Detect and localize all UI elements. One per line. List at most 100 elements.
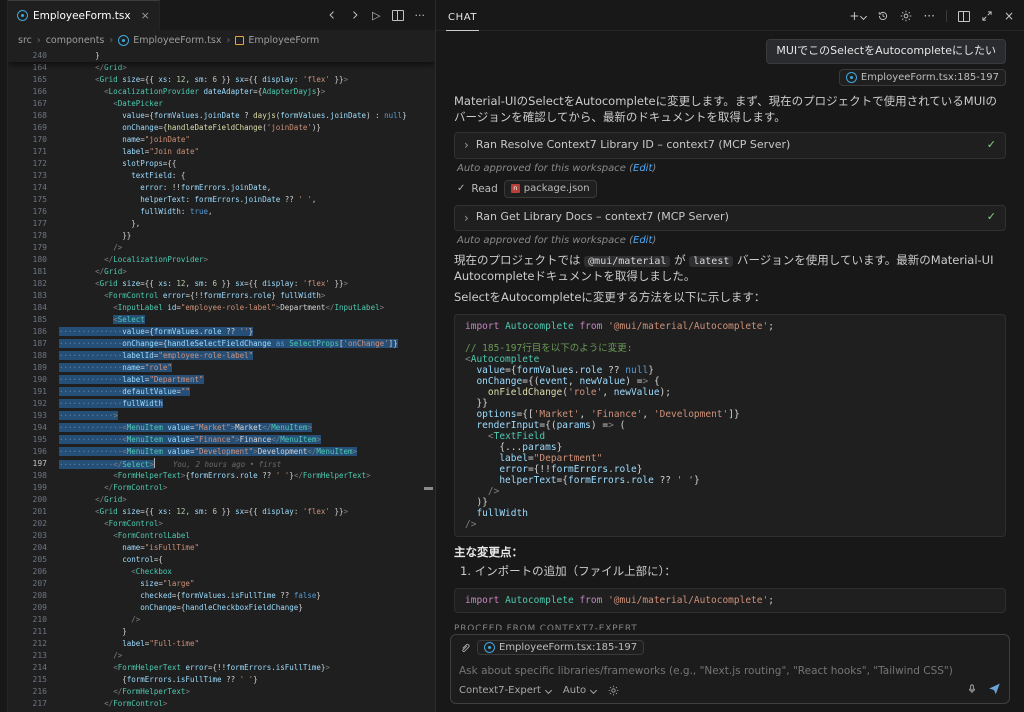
code-line[interactable]: 164 </Grid>	[8, 62, 435, 74]
more-actions-icon[interactable]: ···	[923, 9, 934, 23]
code-line[interactable]: 189··············name="role"	[8, 362, 435, 374]
code-line[interactable]: 182 <Grid size={{ xs: 12, sm: 6 }} sx={{…	[8, 278, 435, 290]
code-line[interactable]: 190··············label="Department"	[8, 374, 435, 386]
breadcrumb-item[interactable]: EmployeeForm	[235, 35, 319, 46]
code-line[interactable]: 169 onChange={handleDateFieldChange('joi…	[8, 122, 435, 134]
code-line[interactable]: 197············</Select> You, 2 hours ag…	[8, 458, 435, 470]
code-line[interactable]: 200 </Grid>	[8, 494, 435, 506]
user-context-chip[interactable]: EmployeeForm.tsx:185-197	[839, 69, 1006, 87]
code-line[interactable]: 211 }	[8, 626, 435, 638]
nav-forward-icon[interactable]	[349, 9, 361, 21]
code-line[interactable]: 212 label="Full-time"	[8, 638, 435, 650]
tab-employeeform[interactable]: EmployeeForm.tsx ×	[8, 0, 160, 30]
history-icon[interactable]	[877, 10, 889, 22]
model-picker[interactable]: Context7-Expert	[459, 685, 551, 696]
code-line[interactable]: 217 </FormControl>	[8, 698, 435, 710]
open-in-editor-icon[interactable]	[958, 11, 970, 22]
code-block-line: renderInput={(params) => (	[465, 420, 995, 431]
code-block-autocomplete[interactable]: import Autocomplete from '@mui/material/…	[454, 314, 1006, 537]
tool-call-resolve-library[interactable]: › Ran Resolve Context7 Library ID – cont…	[454, 132, 1006, 158]
code-line[interactable]: 168 value={formValues.joinDate ? dayjs(f…	[8, 110, 435, 122]
close-panel-icon[interactable]: ×	[1004, 9, 1014, 23]
code-line[interactable]: 172 slotProps={{	[8, 158, 435, 170]
code-line[interactable]: 192··············fullWidth	[8, 398, 435, 410]
code-line[interactable]: 203 <FormControlLabel	[8, 530, 435, 542]
code-line[interactable]: 210 />	[8, 614, 435, 626]
code-line[interactable]: 205 control={	[8, 554, 435, 566]
code-line[interactable]: 175 helperText: formErrors.joinDate ?? '…	[8, 194, 435, 206]
code-line[interactable]: 208 checked={formValues.isFullTime ?? fa…	[8, 590, 435, 602]
code-line[interactable]: 179 />	[8, 242, 435, 254]
mic-icon[interactable]	[966, 683, 978, 698]
edit-link[interactable]: Edit	[633, 235, 652, 246]
line-number: 200	[21, 494, 47, 506]
attach-context-button[interactable]	[459, 642, 471, 654]
tool-call-get-docs[interactable]: › Ran Get Library Docs – context7 (MCP S…	[454, 205, 1006, 231]
mode-picker[interactable]: Auto	[563, 685, 596, 696]
gear-icon[interactable]	[900, 10, 912, 22]
package-json-chip[interactable]: package.json	[504, 180, 597, 198]
code-line[interactable]: 167 <DatePicker	[8, 98, 435, 110]
code-line[interactable]: 195··············<MenuItem value="Financ…	[8, 434, 435, 446]
code-line[interactable]: 216 </FormHelperText>	[8, 686, 435, 698]
code-line[interactable]: 186··············value={formValues.role …	[8, 326, 435, 338]
code-line[interactable]: 215 {formErrors.isFullTime ?? ' '}	[8, 674, 435, 686]
breadcrumb-item[interactable]: components	[46, 35, 105, 46]
code-line[interactable]: 196··············<MenuItem value="Develo…	[8, 446, 435, 458]
line-number: 188	[21, 350, 47, 362]
nav-back-icon[interactable]	[326, 9, 338, 21]
code-editor[interactable]: 240 } 164 </Grid>165 <Grid size={{ xs: 1…	[8, 50, 435, 712]
code-line[interactable]: 176 fullWidth: true,	[8, 206, 435, 218]
code-line[interactable]: 174 error: !!formErrors.joinDate,	[8, 182, 435, 194]
send-icon[interactable]	[988, 682, 1001, 698]
edit-link[interactable]: Edit	[633, 163, 652, 174]
code-line[interactable]: 201 <Grid size={{ xs: 12, sm: 6 }} sx={{…	[8, 506, 435, 518]
run-icon[interactable]: ▷	[372, 9, 380, 22]
code-line[interactable]: 171 label="Join date"	[8, 146, 435, 158]
sticky-scroll-line[interactable]: 240 }	[8, 50, 435, 62]
code-line[interactable]: 183 <FormControl error={!!formErrors.rol…	[8, 290, 435, 302]
code-line[interactable]: 180 </LocalizationProvider>	[8, 254, 435, 266]
code-line[interactable]: 204 name="isFullTime"	[8, 542, 435, 554]
code-line[interactable]: 191··············defaultValue=""	[8, 386, 435, 398]
split-editor-icon[interactable]	[392, 10, 404, 21]
code-line[interactable]: 202 <FormControl>	[8, 518, 435, 530]
code-line[interactable]: 184 <InputLabel id="employee-role-label"…	[8, 302, 435, 314]
tools-icon[interactable]	[608, 685, 619, 696]
code-line[interactable]: 194··············<MenuItem value="Market…	[8, 422, 435, 434]
breadcrumb-item[interactable]: src	[18, 35, 32, 46]
editor-more-icon[interactable]: ···	[415, 9, 426, 22]
code-line[interactable]: 207 size="large"	[8, 578, 435, 590]
code-line[interactable]: 209 onChange={handleCheckboxFieldChange}	[8, 602, 435, 614]
code-line[interactable]: 177 },	[8, 218, 435, 230]
maximize-icon[interactable]	[981, 10, 993, 22]
code-line[interactable]: 178 }}	[8, 230, 435, 242]
code-line[interactable]: 165 <Grid size={{ xs: 12, sm: 6 }} sx={{…	[8, 74, 435, 86]
code-line[interactable]: 199 </FormControl>	[8, 482, 435, 494]
code-line[interactable]: 198 <FormHelperText>{formErrors.role ?? …	[8, 470, 435, 482]
read-file-row[interactable]: ✓ Read package.json	[457, 180, 1006, 198]
code-line[interactable]: 206 <Checkbox	[8, 566, 435, 578]
chat-input-box[interactable]: EmployeeForm.tsx:185-197 Context7-Expert…	[450, 634, 1010, 704]
code-line[interactable]: 173 textField: {	[8, 170, 435, 182]
code-line[interactable]: 193············>	[8, 410, 435, 422]
code-line[interactable]: 214 <FormHelperText error={!!formErrors.…	[8, 662, 435, 674]
user-message[interactable]: MUIでこのSelectをAutocompleteにしたい	[766, 39, 1006, 64]
glyph-margin	[8, 62, 21, 74]
selected-text: ··············<MenuItem value="Market">M…	[59, 423, 312, 432]
attached-file-chip[interactable]: EmployeeForm.tsx:185-197	[477, 640, 644, 655]
overview-ruler-marker	[424, 487, 433, 490]
code-line[interactable]: 188··············labelId="employee-role-…	[8, 350, 435, 362]
tab-close-icon[interactable]: ×	[141, 9, 150, 22]
code-line[interactable]: 185 <Select	[8, 314, 435, 326]
code-line[interactable]: 213 />	[8, 650, 435, 662]
code-line[interactable]: 170 name="joinDate"	[8, 134, 435, 146]
code-line[interactable]: 187··············onChange={handleSelectF…	[8, 338, 435, 350]
tab-chat[interactable]: CHAT	[446, 4, 479, 31]
breadcrumb-item[interactable]: EmployeeForm.tsx	[118, 35, 221, 46]
code-line[interactable]: 181 </Grid>	[8, 266, 435, 278]
code-line[interactable]: 166 <LocalizationProvider dateAdapter={A…	[8, 86, 435, 98]
new-chat-button[interactable]: +	[849, 9, 866, 23]
code-block-import[interactable]: import Autocomplete from '@mui/material/…	[454, 588, 1006, 613]
chat-message-input[interactable]	[459, 665, 1001, 677]
